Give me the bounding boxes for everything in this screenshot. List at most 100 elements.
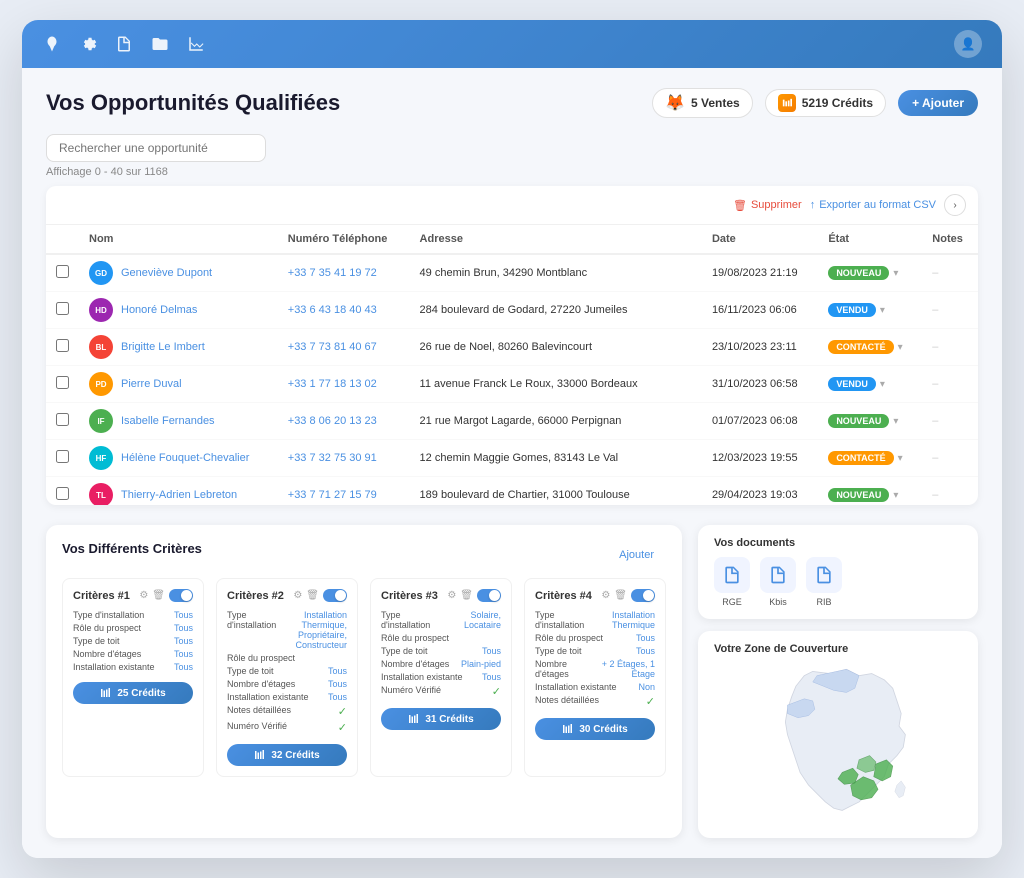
notes-cell: – <box>922 477 978 506</box>
address-cell: 189 boulevard de Chartier, 31000 Toulous… <box>410 477 702 506</box>
row-checkbox[interactable] <box>56 487 69 500</box>
add-button[interactable]: + Ajouter <box>898 90 978 116</box>
date-cell: 29/04/2023 19:03 <box>702 477 818 506</box>
rocket-icon[interactable] <box>42 34 62 54</box>
avatar: GD <box>89 261 113 285</box>
search-input[interactable] <box>46 134 266 162</box>
criteria-row: Notes détaillées ✓ <box>227 705 347 718</box>
criteria-toggle[interactable] <box>631 589 655 602</box>
france-map <box>714 663 962 823</box>
status-chevron[interactable]: ▾ <box>898 342 903 353</box>
criteria-row: Type d'installation Solaire, Locataire <box>381 610 501 630</box>
status-badge: CONTACTÉ <box>828 451 893 465</box>
row-checkbox[interactable] <box>56 450 69 463</box>
criteria-rows: Type d'installation Installation Thermiq… <box>535 610 655 708</box>
right-panel: Vos documents RGE Kbis <box>698 525 978 838</box>
criteria-panel-title: Vos Différents Critères <box>62 541 202 556</box>
contact-name[interactable]: Hélène Fouquet-Chevalier <box>121 452 249 464</box>
row-checkbox[interactable] <box>56 339 69 352</box>
export-button[interactable]: ↑ Exporter au format CSV <box>810 199 936 211</box>
notes-cell: – <box>922 440 978 477</box>
table-row[interactable]: HF Hélène Fouquet-Chevalier +33 7 32 75 … <box>46 440 978 477</box>
doc-item[interactable]: RGE <box>714 557 750 607</box>
criteria-row: Installation existante Tous <box>381 672 501 682</box>
name-cell: GD Geneviève Dupont <box>89 261 268 285</box>
contact-name[interactable]: Pierre Duval <box>121 378 182 390</box>
trash-icon[interactable]: 🗑 <box>306 590 319 601</box>
address-cell: 12 chemin Maggie Gomes, 83143 Le Val <box>410 440 702 477</box>
table-row[interactable]: TL Thierry-Adrien Lebreton +33 7 71 27 1… <box>46 477 978 506</box>
criteria-row-value: ✓ <box>338 721 347 734</box>
criteria-row-value: Plain-pied <box>461 659 501 669</box>
document-icon[interactable] <box>114 34 134 54</box>
criteria-row: Rôle du prospect <box>381 633 501 643</box>
status-chevron[interactable]: ▾ <box>893 268 898 279</box>
status-chevron[interactable]: ▾ <box>898 453 903 464</box>
criteria-row-value: Tous <box>636 646 655 656</box>
table-row[interactable]: HD Honoré Delmas +33 6 43 18 40 43 284 b… <box>46 292 978 329</box>
table-row[interactable]: PD Pierre Duval +33 1 77 18 13 02 11 ave… <box>46 366 978 403</box>
doc-item[interactable]: Kbis <box>760 557 796 607</box>
folder-icon[interactable] <box>150 34 170 54</box>
criteria-toggle[interactable] <box>323 589 347 602</box>
trash-icon[interactable]: 🗑 <box>152 590 165 601</box>
gear-icon[interactable]: ⚙ <box>447 590 456 601</box>
table-head: Nom Numéro Téléphone Adresse Date État N… <box>46 225 978 254</box>
contact-name[interactable]: Thierry-Adrien Lebreton <box>121 489 237 501</box>
criteria-credit[interactable]: 30 Crédits <box>535 718 655 740</box>
table-nav-forward[interactable]: › <box>944 194 966 216</box>
trash-icon[interactable]: 🗑 <box>460 590 473 601</box>
col-address: Adresse <box>410 225 702 254</box>
gear-icon[interactable]: ⚙ <box>293 590 302 601</box>
criteria-credit[interactable]: 25 Crédits <box>73 682 193 704</box>
status-badge: VENDU <box>828 303 876 317</box>
ajouter-link[interactable]: Ajouter <box>607 545 666 565</box>
contact-name[interactable]: Honoré Delmas <box>121 304 197 316</box>
phone-cell: +33 6 43 18 40 43 <box>278 292 410 329</box>
criteria-credit[interactable]: 31 Crédits <box>381 708 501 730</box>
status-chevron[interactable]: ▾ <box>880 379 885 390</box>
table-row[interactable]: BL Brigitte Le Imbert +33 7 73 81 40 67 … <box>46 329 978 366</box>
status-chevron[interactable]: ▾ <box>893 490 898 501</box>
notes-cell: – <box>922 292 978 329</box>
criteria-actions: ⚙ 🗑 <box>139 589 193 602</box>
contact-name[interactable]: Brigitte Le Imbert <box>121 341 205 353</box>
status-cell: NOUVEAU ▾ <box>818 254 922 292</box>
top-nav: 👤 <box>22 20 1002 68</box>
table-row[interactable]: GD Geneviève Dupont +33 7 35 41 19 72 49… <box>46 254 978 292</box>
row-checkbox[interactable] <box>56 413 69 426</box>
status-chevron[interactable]: ▾ <box>880 305 885 316</box>
delete-button[interactable]: 🗑 Supprimer <box>733 199 802 212</box>
criteria-row-value: Tous <box>328 666 347 676</box>
criteria-toggle[interactable] <box>477 589 501 602</box>
criteria-row-label: Type d'installation <box>535 610 589 630</box>
criteria-row-label: Nombre d'étages <box>381 659 449 669</box>
doc-item[interactable]: RIB <box>806 557 842 607</box>
gear-icon[interactable]: ⚙ <box>601 590 610 601</box>
table-scroll[interactable]: Nom Numéro Téléphone Adresse Date État N… <box>46 225 978 505</box>
criteria-row-label: Rôle du prospect <box>381 633 449 643</box>
gear-icon[interactable]: ⚙ <box>139 590 148 601</box>
contact-name[interactable]: Isabelle Fernandes <box>121 415 215 427</box>
date-cell: 23/10/2023 23:11 <box>702 329 818 366</box>
criteria-row-value: Tous <box>174 636 193 646</box>
user-avatar[interactable]: 👤 <box>954 30 982 58</box>
row-checkbox[interactable] <box>56 265 69 278</box>
criteria-row-value: Tous <box>174 623 193 633</box>
status-chevron[interactable]: ▾ <box>893 416 898 427</box>
row-checkbox[interactable] <box>56 376 69 389</box>
chart-icon[interactable] <box>186 34 206 54</box>
criteria-row-label: Installation existante <box>73 662 155 672</box>
criteria-credit[interactable]: 32 Crédits <box>227 744 347 766</box>
table-row[interactable]: IF Isabelle Fernandes +33 8 06 20 13 23 … <box>46 403 978 440</box>
name-cell: BL Brigitte Le Imbert <box>89 335 268 359</box>
criteria-title: Critères #1 <box>73 590 130 602</box>
settings-icon[interactable] <box>78 34 98 54</box>
row-checkbox[interactable] <box>56 302 69 315</box>
contact-name[interactable]: Geneviève Dupont <box>121 267 212 279</box>
date-cell: 12/03/2023 19:55 <box>702 440 818 477</box>
trash-icon[interactable]: 🗑 <box>614 590 627 601</box>
criteria-toggle[interactable] <box>169 589 193 602</box>
criteria-row-label: Nombre d'étages <box>227 679 295 689</box>
criteria-row: Type d'installation Tous <box>73 610 193 620</box>
